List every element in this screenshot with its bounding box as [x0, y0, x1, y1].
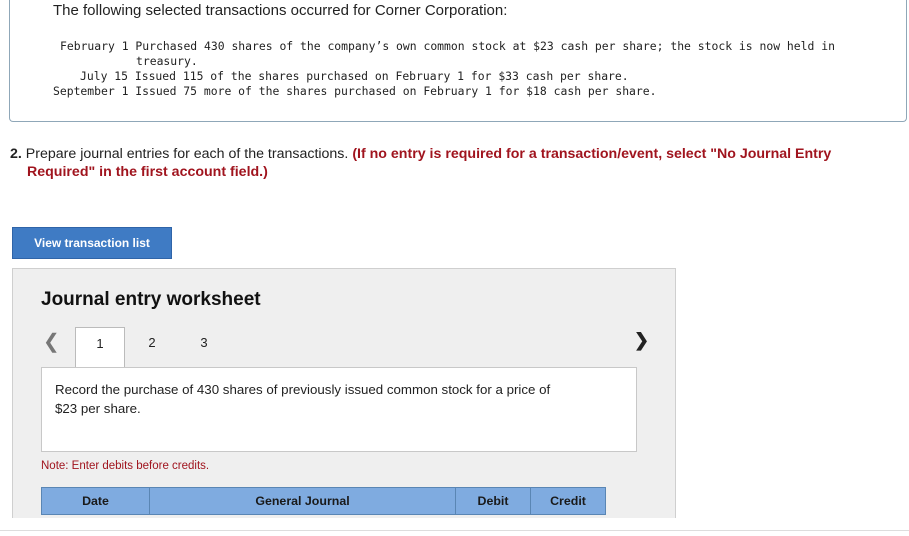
divider	[0, 530, 909, 531]
column-date: Date	[42, 488, 150, 514]
prev-arrow-icon[interactable]: ❮	[43, 329, 60, 354]
tab-2[interactable]: 2	[127, 327, 177, 367]
transaction-jul-15: July 15 Issued 115 of the shares purchas…	[80, 69, 629, 83]
transaction-sep-1: September 1 Issued 75 more of the shares…	[53, 84, 657, 98]
column-debit: Debit	[456, 488, 531, 514]
question-2: 2. Prepare journal entries for each of t…	[10, 145, 905, 181]
question-text: Prepare journal entries for each of the …	[25, 146, 349, 162]
journal-table-header: Date General Journal Debit Credit	[41, 487, 606, 515]
intro-title: The following selected transactions occu…	[53, 2, 508, 19]
question-number: 2.	[10, 146, 22, 162]
transaction-feb-1: February 1 Purchased 430 shares of the c…	[60, 39, 835, 53]
worksheet-title: Journal entry worksheet	[41, 289, 261, 310]
note-text: Note: Enter debits before credits.	[41, 460, 210, 472]
journal-entry-worksheet: Journal entry worksheet ❮ 1 2 3 Record t…	[12, 268, 676, 518]
view-transaction-list-button[interactable]: View transaction list	[12, 227, 172, 259]
tab-1[interactable]: 1	[75, 327, 125, 367]
question-instruction-1: (If no entry is required for a transacti…	[352, 146, 832, 162]
column-credit: Credit	[531, 488, 605, 514]
entry-description: Record the purchase of 430 shares of pre…	[55, 382, 551, 416]
next-arrow-icon[interactable]: ❯	[634, 330, 649, 351]
column-general-journal: General Journal	[150, 488, 456, 514]
entry-description-box: Record the purchase of 430 shares of pre…	[41, 367, 637, 452]
tab-3[interactable]: 3	[179, 327, 229, 367]
question-instruction-2: Required" in the first account field.)	[27, 164, 268, 180]
transaction-feb-1-cont: treasury.	[136, 54, 198, 68]
